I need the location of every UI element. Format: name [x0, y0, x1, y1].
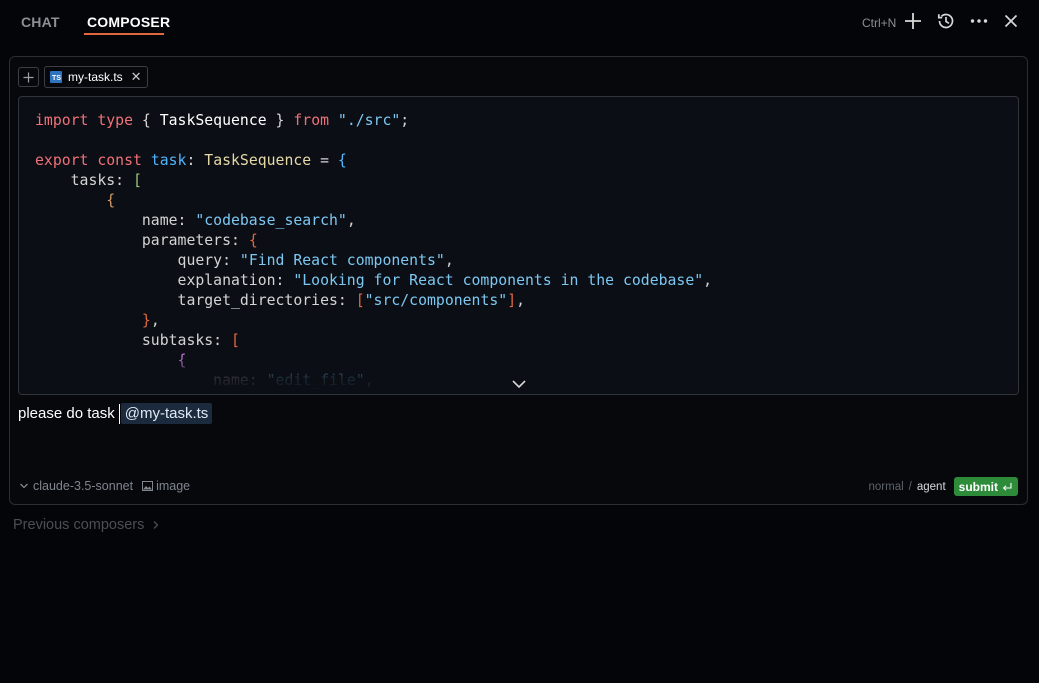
code-preview[interactable]: import type { TaskSequence } from "./src…: [18, 96, 1019, 395]
chevron-right-icon: [153, 521, 159, 529]
typescript-file-icon: TS: [50, 71, 62, 83]
context-file-pill[interactable]: TS my-task.ts ✕: [44, 66, 148, 88]
code-token: [: [133, 172, 142, 189]
code-token: "codebase_search": [195, 212, 347, 229]
code-token: ]: [507, 292, 517, 309]
code-line: import type { TaskSequence } from "./src…: [35, 111, 712, 131]
code-line: {: [35, 191, 712, 211]
code-line: name: "codebase_search",: [35, 211, 712, 231]
code-line: export const task: TaskSequence = {: [35, 151, 712, 171]
code-token: "Looking for React components in the cod…: [293, 272, 704, 289]
code-line: parameters: {: [35, 231, 712, 251]
code-token: ,: [444, 252, 454, 269]
composer-panel: TS my-task.ts ✕ import type { TaskSequen…: [9, 56, 1028, 505]
previous-composers-label: Previous composers: [13, 517, 145, 533]
add-image-button[interactable]: image: [142, 479, 190, 493]
image-label: image: [156, 479, 191, 493]
code-token: }: [141, 312, 151, 329]
code-token: from: [293, 112, 338, 129]
code-token: ,: [346, 212, 356, 229]
history-icon[interactable]: [935, 10, 957, 32]
prompt-input[interactable]: please do task @my-task.ts: [18, 403, 213, 424]
code-content: import type { TaskSequence } from "./src…: [35, 111, 713, 394]
code-token: ,: [516, 292, 526, 309]
text-cursor: [118, 403, 120, 424]
composer-footer-left: claude-3.5-sonnet image: [19, 479, 190, 493]
code-token: {: [106, 192, 116, 209]
code-token: parameters:: [35, 232, 249, 249]
code-token: import type: [35, 112, 142, 129]
close-icon[interactable]: [1000, 10, 1022, 32]
code-line: tasks: [: [35, 171, 712, 191]
code-token: name:: [35, 212, 196, 229]
code-token: [: [355, 292, 365, 309]
code-token: target_directories:: [35, 292, 356, 309]
code-token: ,: [150, 312, 160, 329]
code-token: {: [141, 112, 160, 129]
active-tab-indicator: [84, 33, 164, 35]
mode-separator: /: [908, 480, 912, 493]
code-token: TaskSequence: [159, 112, 267, 129]
code-token: "./src": [337, 112, 401, 129]
tab-composer[interactable]: COMPOSER: [87, 14, 170, 30]
image-icon: [142, 481, 154, 491]
code-line: },: [35, 311, 712, 331]
code-token: task: [150, 152, 187, 169]
code-line: query: "Find React components",: [35, 251, 712, 271]
model-name: claude-3.5-sonnet: [33, 479, 134, 493]
file-mention[interactable]: @my-task.ts: [120, 403, 213, 424]
context-file-name: my-task.ts: [68, 70, 123, 84]
code-line: target_directories: ["src/components"],: [35, 291, 712, 311]
code-token: "src/components": [364, 292, 508, 309]
top-bar: CHAT COMPOSER Ctrl+N: [0, 0, 1039, 44]
submit-button[interactable]: submit: [953, 477, 1018, 496]
more-options-icon[interactable]: [968, 10, 990, 32]
code-line: subtasks: [: [35, 331, 712, 351]
code-token: tasks:: [35, 172, 133, 189]
enter-key-icon: [1002, 482, 1012, 491]
chevron-down-icon: [20, 483, 28, 489]
mode-agent[interactable]: agent: [917, 481, 946, 493]
model-selector[interactable]: claude-3.5-sonnet: [19, 479, 133, 493]
new-composer-shortcut: Ctrl+N: [862, 16, 897, 30]
add-context-button[interactable]: [18, 67, 39, 87]
code-line: explanation: "Looking for React componen…: [35, 271, 713, 291]
previous-composers-link[interactable]: Previous composers: [13, 517, 160, 533]
code-token: "Find React components": [239, 252, 445, 269]
code-token: =: [311, 152, 338, 169]
prompt-text: please do task: [18, 405, 115, 422]
code-token: {: [248, 232, 258, 249]
code-token: export const: [35, 152, 151, 169]
mode-normal[interactable]: normal: [869, 481, 904, 493]
expand-chevron-icon[interactable]: [511, 376, 527, 390]
submit-label: submit: [958, 479, 998, 494]
composer-footer-right: normal / agent submit: [869, 477, 1018, 496]
code-token: [: [231, 332, 240, 349]
tab-chat[interactable]: CHAT: [21, 14, 60, 30]
remove-context-icon[interactable]: ✕: [131, 69, 142, 85]
code-token: subtasks:: [35, 332, 231, 349]
code-token: {: [337, 152, 347, 169]
code-token: ;: [400, 112, 410, 129]
plus-icon[interactable]: [902, 10, 924, 32]
code-token: ,: [703, 272, 713, 289]
code-token: :: [186, 152, 205, 169]
code-token: explanation:: [35, 272, 294, 289]
code-token: query:: [35, 252, 240, 269]
code-token: TaskSequence: [204, 152, 312, 169]
code-token: }: [266, 112, 294, 129]
